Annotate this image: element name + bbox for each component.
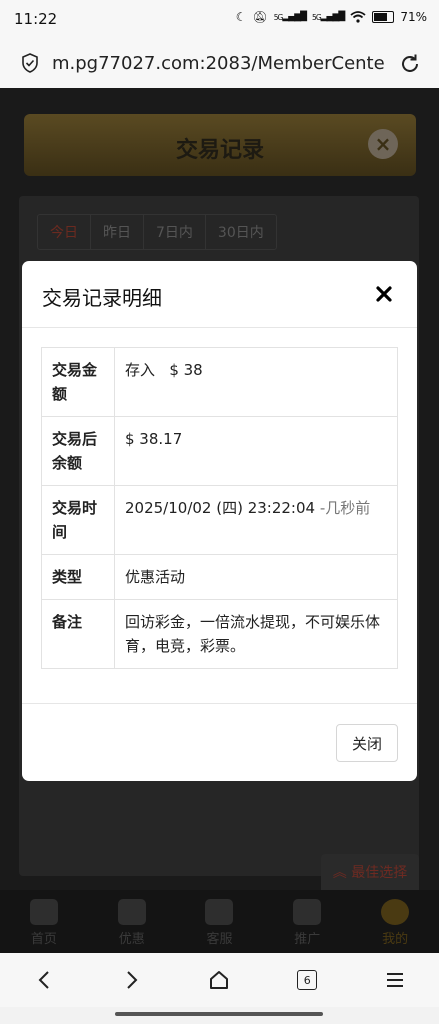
chevrons-up-icon: ︽: [332, 865, 352, 881]
tab-count: 6: [297, 970, 318, 990]
mute-icon: 🔕︎: [252, 10, 268, 24]
home-icon: [29, 899, 58, 925]
home-indicator: [115, 1012, 323, 1016]
page-title: 交易记录: [175, 138, 264, 163]
nav-label-promote: 推广: [294, 932, 321, 947]
page-close-icon[interactable]: ×: [368, 129, 398, 159]
row-value: 优惠活动: [114, 554, 398, 600]
gift-icon: [117, 899, 146, 925]
modal-title: 交易记录明细: [42, 286, 162, 310]
home-button-icon[interactable]: [199, 960, 239, 1000]
site-info-icon[interactable]: [20, 53, 40, 73]
close-icon[interactable]: [373, 283, 395, 305]
best-choice-button[interactable]: ︽ 最佳选择: [321, 854, 419, 892]
page-header: 交易记录 ×: [24, 114, 416, 176]
relative-time: -几秒前: [315, 499, 371, 517]
time-value: 2025/10/02 (四) 23:22:04: [125, 499, 316, 517]
deposit-label: 存入: [125, 361, 156, 379]
row-value: 存入 $ 38: [114, 347, 398, 417]
battery-icon: [372, 11, 395, 23]
nav-label-mine: 我的: [382, 932, 409, 947]
row-label: 交易时间: [41, 485, 115, 555]
nav-item-home[interactable]: 首页: [0, 890, 88, 953]
best-choice-label: 最佳选择: [351, 865, 408, 881]
filter-tab-7days[interactable]: 7日内: [144, 215, 206, 249]
signal-icon-2: 5G ▂▄▆█: [312, 12, 345, 22]
table-row: 交易金额 存入 $ 38: [41, 347, 398, 417]
browser-toolbar: 6: [0, 953, 439, 1007]
tabs-button[interactable]: 6: [287, 960, 327, 1000]
close-button[interactable]: 关闭: [336, 724, 398, 762]
row-label: 交易金额: [41, 347, 115, 417]
status-time: 11:22: [14, 10, 58, 28]
transaction-detail-modal: 交易记录明细 交易金额 存入 $ 38 交易后余额 $ 38.17 交易时间 2…: [22, 261, 417, 781]
amount-value: $ 38: [169, 361, 203, 379]
headset-icon: [205, 899, 234, 925]
nav-label-promo: 优惠: [118, 932, 145, 947]
modal-footer: 关闭: [22, 703, 417, 781]
row-value: 回访彩金，一倍流水提现，不可娱乐体育，电竞，彩票。: [114, 599, 398, 669]
row-value: 2025/10/02 (四) 23:22:04 -几秒前: [114, 485, 398, 555]
signal-icon-1: 5G ▂▄▆█: [273, 12, 307, 22]
nav-label-service: 客服: [206, 932, 233, 947]
table-row: 备注 回访彩金，一倍流水提现，不可娱乐体育，电竞，彩票。: [41, 599, 398, 669]
nav-item-promo[interactable]: 优惠: [88, 890, 176, 953]
nav-item-promote[interactable]: 推广: [263, 890, 351, 953]
battery-percent: 71%: [400, 10, 427, 24]
menu-icon[interactable]: [375, 960, 415, 1000]
row-value: $ 38.17: [114, 416, 398, 486]
user-icon: [381, 899, 410, 925]
detail-table: 交易金额 存入 $ 38 交易后余额 $ 38.17 交易时间 2025/10/…: [41, 347, 398, 669]
table-row: 交易时间 2025/10/02 (四) 23:22:04 -几秒前: [41, 485, 398, 555]
status-bar: 11:22 ☾ 🔕︎ 5G ▂▄▆█ 5G ▂▄▆█ 71%: [0, 0, 439, 40]
filter-tab-30days[interactable]: 30日内: [206, 215, 276, 249]
moon-icon: ☾: [235, 10, 247, 24]
status-icons: ☾ 🔕︎ 5G ▂▄▆█ 5G ▂▄▆█ 71%: [236, 10, 427, 24]
filter-tab-yesterday[interactable]: 昨日: [91, 215, 144, 249]
row-label: 交易后余额: [41, 416, 115, 486]
reload-icon[interactable]: [398, 52, 422, 76]
table-row: 类型 优惠活动: [41, 554, 398, 600]
bottom-nav: 首页 优惠 客服 推广 我的: [0, 890, 439, 953]
back-icon[interactable]: [24, 960, 64, 1000]
forward-icon[interactable]: [112, 960, 152, 1000]
table-row: 交易后余额 $ 38.17: [41, 416, 398, 486]
nav-item-mine[interactable]: 我的: [351, 890, 439, 953]
row-label: 类型: [41, 554, 115, 600]
url-text[interactable]: m.pg77027.com:2083/MemberCenter/Tr: [52, 53, 384, 74]
nav-label-home: 首页: [30, 932, 57, 947]
dollar-badge-icon: [293, 899, 322, 925]
modal-header: 交易记录明细: [22, 261, 417, 328]
nav-item-service[interactable]: 客服: [176, 890, 264, 953]
wifi-icon: [350, 11, 366, 23]
date-filter-tabs: 今日 昨日 7日内 30日内: [37, 214, 277, 250]
address-bar[interactable]: m.pg77027.com:2083/MemberCenter/Tr: [0, 40, 439, 88]
filter-tab-today[interactable]: 今日: [38, 215, 91, 249]
row-label: 备注: [41, 599, 115, 669]
